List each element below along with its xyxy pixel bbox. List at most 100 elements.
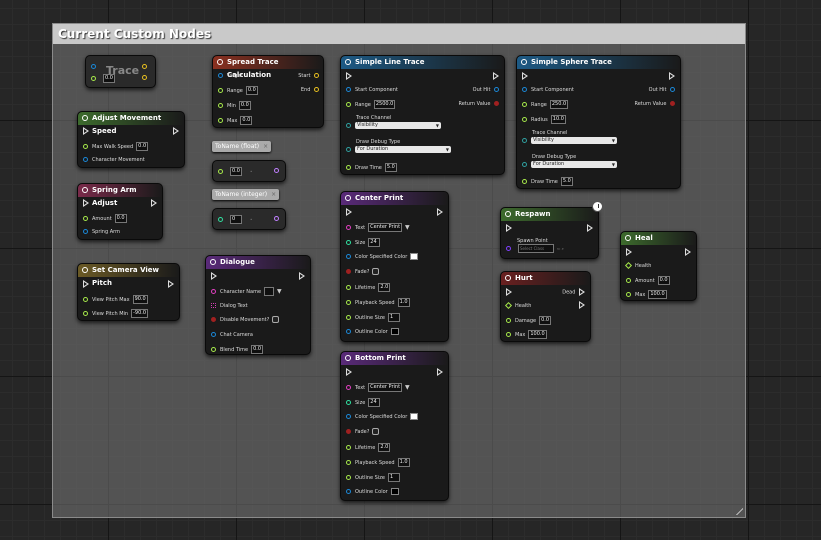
dropdown-arrow-icon[interactable]: ▼ — [277, 288, 282, 295]
pin-float-icon[interactable] — [83, 297, 88, 302]
pin-object-icon[interactable] — [91, 64, 96, 69]
exec-in-icon[interactable] — [83, 280, 89, 288]
range-input[interactable]: 2500.0 — [373, 100, 396, 109]
draw-debug-type-dropdown[interactable]: For Duration — [355, 146, 451, 153]
view-pitch-max-input[interactable]: 90.0 — [132, 295, 148, 304]
pin-float-icon[interactable] — [218, 88, 223, 93]
exec-out-icon[interactable] — [669, 72, 675, 80]
exec-in-icon[interactable] — [83, 199, 89, 207]
to-name-float-caption[interactable]: ToName (float) — [212, 141, 272, 152]
exec-in-icon[interactable] — [83, 127, 89, 135]
max-walk-speed-input[interactable]: 0.0 — [136, 142, 149, 151]
outline-color-swatch[interactable] — [390, 488, 399, 495]
exec-in-icon[interactable] — [626, 248, 632, 256]
exec-out-icon[interactable] — [579, 288, 585, 296]
lifetime-input[interactable]: 2.0 — [378, 443, 391, 452]
pin-float-icon[interactable] — [626, 292, 631, 297]
spawn-point-select[interactable]: Select Class — [518, 244, 554, 253]
pin-float-icon[interactable] — [346, 165, 351, 170]
browse-icon[interactable]: ⇐ ⌕ — [557, 244, 564, 253]
exec-in-icon[interactable] — [506, 224, 512, 232]
node-trace[interactable]: Trace 0.0 — [85, 55, 156, 88]
outline-size-input[interactable]: 1 — [387, 313, 400, 322]
pin-out-icon[interactable] — [142, 64, 147, 69]
pin-object-icon[interactable] — [218, 73, 223, 78]
pin-float-icon[interactable] — [522, 179, 527, 184]
pin-float-icon[interactable] — [346, 300, 351, 305]
exec-in-icon[interactable] — [506, 288, 512, 296]
pin-float-ref-icon[interactable] — [624, 261, 633, 270]
pin-vector-icon[interactable] — [314, 87, 319, 92]
pin-float-icon[interactable] — [83, 216, 88, 221]
pin-bool-icon[interactable] — [346, 269, 351, 274]
pin-int-icon[interactable] — [346, 400, 351, 405]
pin-float-ref-icon[interactable] — [504, 301, 513, 310]
node-dialogue[interactable]: Dialogue Character Name ▼ Dialog Text Dis… — [205, 255, 311, 355]
pin-object-icon[interactable] — [211, 332, 216, 337]
node-heal[interactable]: Heal Health Amount 0.0 Max 100.0 — [620, 231, 697, 301]
exec-in-icon[interactable] — [522, 72, 528, 80]
pin-float-icon[interactable] — [506, 318, 511, 323]
pin-bool-icon[interactable] — [346, 429, 351, 434]
pin-name-icon[interactable] — [274, 216, 279, 221]
exec-out-icon[interactable] — [437, 208, 443, 216]
exec-out-icon[interactable] — [587, 224, 593, 232]
amount-input[interactable]: 0.0 — [114, 214, 127, 223]
pin-float-icon[interactable] — [506, 332, 511, 337]
exec-in-icon[interactable] — [211, 272, 217, 280]
node-to-name-float[interactable]: 0.0 • — [212, 160, 286, 182]
pin-text-array-icon[interactable] — [211, 303, 216, 308]
draw-time-input[interactable]: 5.0 — [384, 163, 397, 172]
playback-speed-input[interactable]: 1.0 — [397, 458, 410, 467]
to-name-integer-caption[interactable]: ToName (integer) — [212, 189, 280, 200]
pin-struct-icon[interactable] — [346, 414, 351, 419]
pin-struct-icon[interactable] — [346, 329, 351, 334]
exec-out-icon[interactable] — [168, 280, 174, 288]
draw-time-input[interactable]: 5.0 — [560, 177, 573, 186]
size-input[interactable]: 24 — [368, 238, 381, 247]
pin-float-icon[interactable] — [91, 76, 96, 81]
pin-float-icon[interactable] — [211, 347, 216, 352]
draw-debug-type-dropdown[interactable]: For Duration — [531, 161, 617, 168]
pin-float-icon[interactable] — [522, 117, 527, 122]
color-swatch[interactable] — [410, 413, 419, 420]
exec-out-icon[interactable] — [579, 301, 585, 309]
blend-time-input[interactable]: 0.0 — [251, 345, 264, 354]
pin-bool-icon[interactable] — [494, 101, 499, 106]
pin-float-icon[interactable] — [83, 311, 88, 316]
comment-resize-grip[interactable] — [735, 507, 743, 515]
lifetime-input[interactable]: 2.0 — [378, 283, 391, 292]
max-input[interactable]: 100.0 — [648, 290, 667, 299]
pin-float-icon[interactable] — [346, 102, 351, 107]
pin-float-icon[interactable] — [218, 169, 223, 174]
dropdown-arrow-icon[interactable]: ▼ — [405, 224, 410, 231]
node-simple-sphere-trace[interactable]: Simple Sphere Trace Start Component Out … — [516, 55, 681, 189]
pin-bool-icon[interactable] — [670, 101, 675, 106]
node-bottom-print[interactable]: Bottom Print Text Center Print ▼ Size 24 Co… — [340, 351, 449, 501]
fade-checkbox[interactable] — [372, 268, 380, 275]
range-input[interactable]: 0.0 — [245, 86, 258, 95]
pin-text-icon[interactable] — [346, 385, 351, 390]
amount-input[interactable]: 0.0 — [657, 276, 670, 285]
playback-speed-input[interactable]: 1.0 — [397, 298, 410, 307]
pin-out-icon[interactable] — [142, 75, 147, 80]
node-center-print[interactable]: Center Print Text Center Print ▼ Size 24 Co… — [340, 191, 449, 342]
size-input[interactable]: 24 — [368, 398, 381, 407]
pin-int-icon[interactable] — [346, 240, 351, 245]
node-respawn[interactable]: Respawn Spawn Point Select Class ⇐ ⌕ — [500, 207, 599, 259]
min-input[interactable]: 0.0 — [238, 101, 251, 110]
pin-object-icon[interactable] — [83, 229, 88, 234]
trace-channel-dropdown[interactable]: Visibility — [355, 122, 441, 129]
exec-in-icon[interactable] — [346, 368, 352, 376]
node-simple-line-trace[interactable]: Simple Line Trace Start Component Out Hi… — [340, 55, 505, 175]
node-to-name-integer[interactable]: 0 • — [212, 208, 286, 230]
exec-out-icon[interactable] — [299, 272, 305, 280]
pin-float-icon[interactable] — [218, 118, 223, 123]
pin-struct-icon[interactable] — [670, 87, 675, 92]
pin-struct-icon[interactable] — [494, 87, 499, 92]
exec-out-icon[interactable] — [151, 199, 157, 207]
pin-object-icon[interactable] — [83, 157, 88, 162]
exec-out-icon[interactable] — [493, 72, 499, 80]
fade-checkbox[interactable] — [372, 428, 380, 435]
pin-float-icon[interactable] — [346, 315, 351, 320]
